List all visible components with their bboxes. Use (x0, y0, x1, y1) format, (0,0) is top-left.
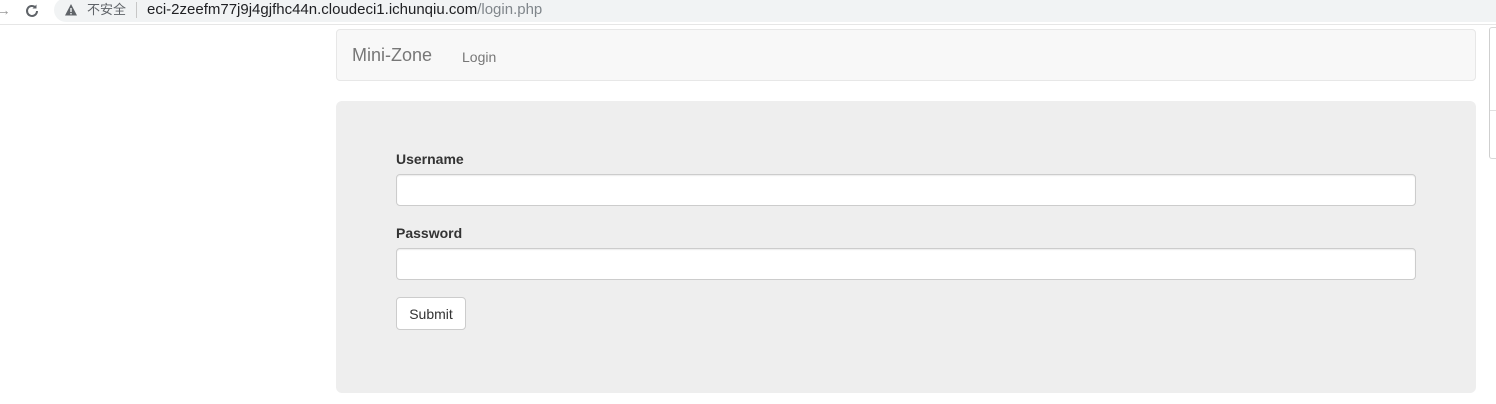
side-panel-edge[interactable] (1489, 27, 1496, 159)
forward-arrow-icon[interactable]: → (0, 2, 11, 20)
site-navbar: Mini-Zone Login (336, 29, 1476, 81)
url-host: eci-2zeefm77j9j4gjfhc44n.cloudeci1.ichun… (147, 1, 478, 18)
browser-toolbar: → 不安全 eci-2zeefm77j9j4gjfhc44n.cloudeci1… (0, 0, 1496, 25)
address-divider (136, 2, 137, 18)
security-status-label[interactable]: 不安全 (87, 2, 126, 18)
reload-icon[interactable] (22, 1, 42, 21)
password-input[interactable] (396, 248, 1416, 280)
warning-icon[interactable] (64, 3, 78, 17)
reload-icon-svg (26, 4, 38, 17)
side-panel-divider (1490, 110, 1496, 111)
url-text[interactable]: eci-2zeefm77j9j4gjfhc44n.cloudeci1.ichun… (147, 0, 542, 20)
password-label: Password (396, 225, 463, 241)
login-form-panel: Username Password Submit (336, 101, 1476, 393)
username-input[interactable] (396, 174, 1416, 206)
submit-button[interactable]: Submit (396, 297, 466, 330)
warning-triangle-icon (65, 4, 77, 16)
url-path: /login.php (477, 1, 543, 18)
brand-link[interactable]: Mini-Zone (352, 45, 432, 65)
username-label: Username (396, 151, 464, 167)
nav-login-link[interactable]: Login (462, 47, 496, 67)
